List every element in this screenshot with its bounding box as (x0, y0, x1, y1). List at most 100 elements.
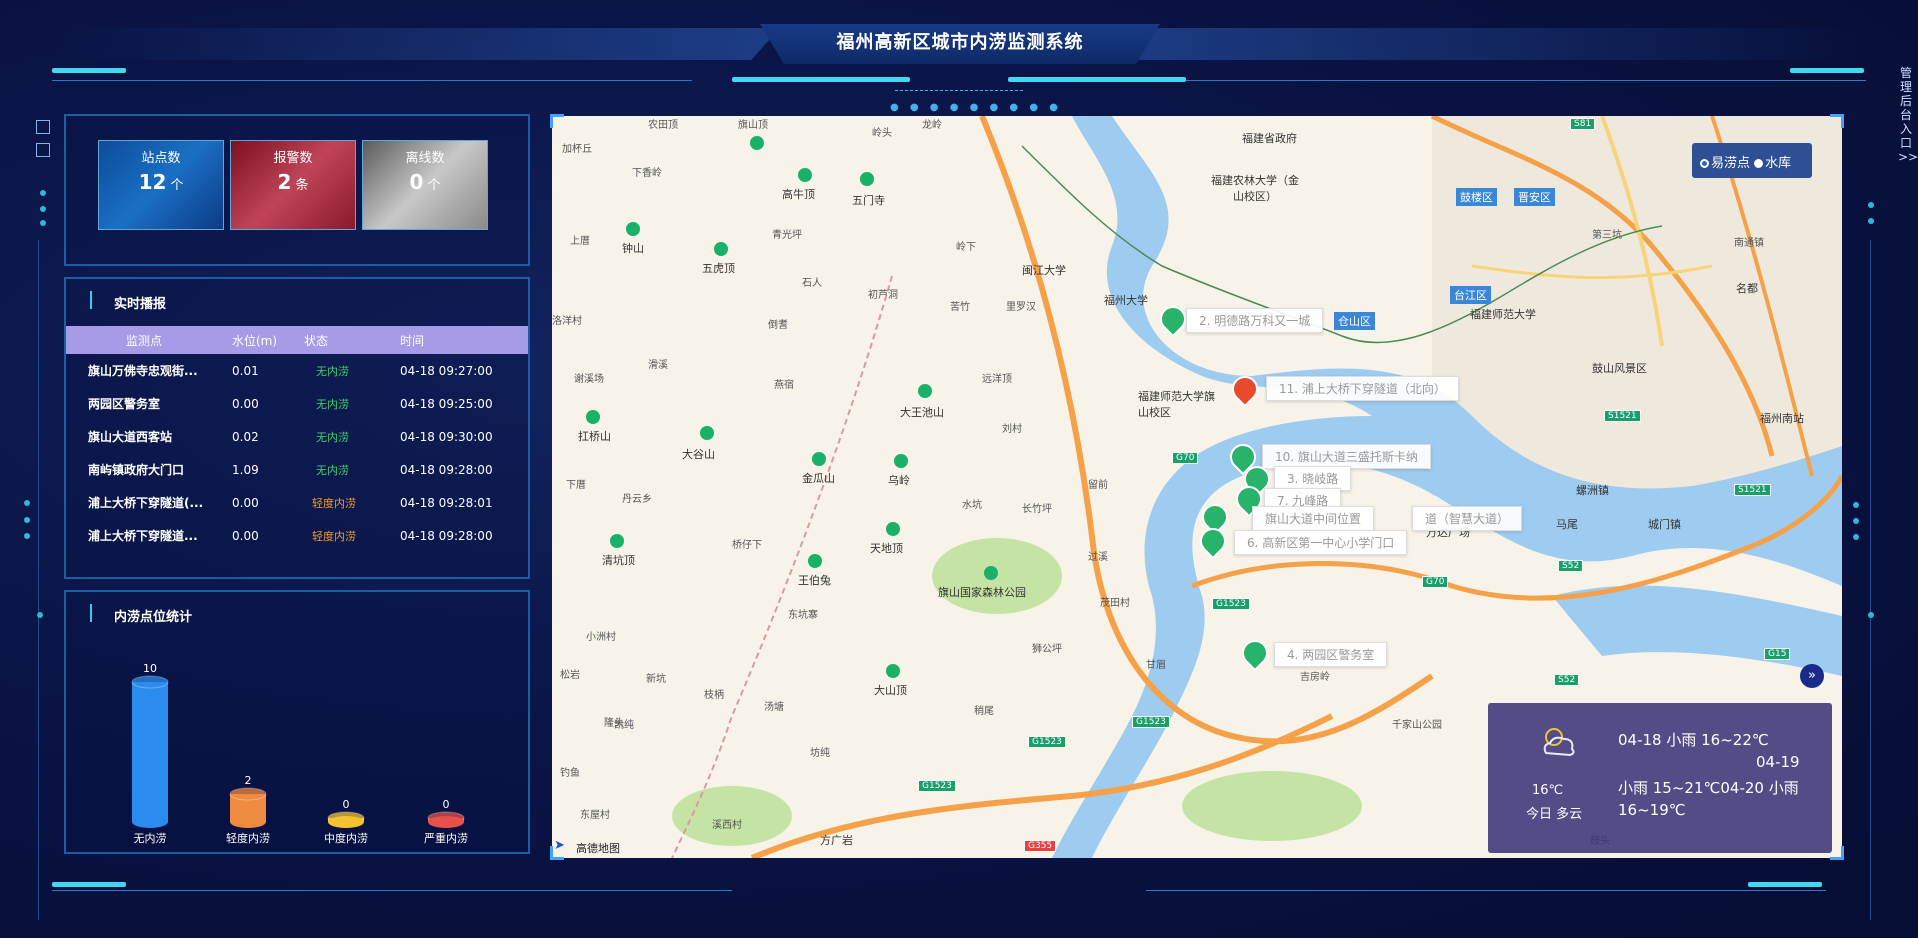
map-place-label: 福建农林大学（金山校区） (1211, 174, 1299, 203)
marker-label[interactable]: 道（智慧大道） (1412, 506, 1523, 531)
river (1552, 585, 1842, 676)
realtime-panel: 实时播报 监测点 水位(m) 状态 时间 旗山万佛寺忠观街... 0.01 无内… (64, 277, 530, 579)
map-place-label: 倒耆 (768, 320, 788, 331)
bar-category-label: 严重内涝 (424, 831, 468, 845)
map-place-label: 福州大学 (1104, 294, 1148, 307)
admin-entry-link[interactable]: 管理后台入口>> (1898, 66, 1918, 164)
forecast-line: 04-19 (1756, 753, 1800, 771)
map-place-label: 城门镇 (1648, 518, 1681, 531)
row-time: 04-18 09:28:00 (400, 528, 493, 543)
bar-category-label: 无内涝 (134, 831, 167, 845)
map-place-label: 扛桥山 (578, 430, 611, 443)
today-temp: 16℃ (1532, 783, 1564, 798)
map-place-label: 闽江大学 (1022, 264, 1066, 277)
map-place-label: 大谷山 (682, 448, 715, 461)
road-tag: G15 (1764, 648, 1791, 660)
mountain-icon (812, 452, 826, 466)
alarm-count-value: 2 (277, 170, 292, 194)
accent-bar-mid-right (1008, 77, 1186, 82)
map-place-label: 松岩 (560, 670, 580, 681)
table-row[interactable]: 浦上大桥下穿隧道(... 0.00 轻度内涝 04-18 09:28:01 (66, 486, 528, 519)
deco-dot (1853, 534, 1859, 540)
bar-chart-svg: 10 无内涝 2 轻度内涝 0 中度内涝 0 严重内涝 (131, 662, 468, 845)
realtime-title: 实时播报 (114, 297, 167, 312)
panel-title-mark (90, 604, 92, 622)
map-place-label: 福建省政府 (1242, 132, 1297, 145)
row-status: 无内涝 (316, 430, 349, 444)
road-tag: G1523 (1028, 736, 1066, 748)
waterlog-bar-chart: 10 无内涝 2 轻度内涝 0 中度内涝 0 严重内涝 (66, 632, 528, 854)
radio-reservoir[interactable] (1754, 159, 1764, 168)
map-place-label: 滑溪 (648, 360, 668, 371)
map-layer-toggle[interactable]: 易涝点 水库 (1692, 143, 1812, 178)
table-row[interactable]: 旗山大道西客站 0.02 无内涝 04-18 09:30:00 (66, 420, 528, 453)
map-place-label: 新坑 (646, 674, 666, 685)
table-row[interactable]: 旗山万佛寺忠观街... 0.01 无内涝 04-18 09:27:00 (66, 354, 528, 387)
deco-dot (24, 500, 30, 506)
header-divider-left (52, 80, 692, 81)
deco-dot (1853, 518, 1859, 524)
bar (132, 682, 168, 822)
deco-dot (40, 220, 46, 226)
map-place-label: 千家山公园 (1392, 720, 1442, 731)
district-tag: 仓山区 (1334, 312, 1375, 330)
row-station: 浦上大桥下穿隧道... (88, 529, 198, 543)
map-place-label: 五虎顶 (702, 262, 735, 275)
map-place-label: 溪西村 (712, 820, 742, 831)
map-place-label: 第三坑 (1592, 230, 1622, 241)
row-status: 无内涝 (316, 397, 349, 411)
map-place-label: 吉房岭 (1300, 672, 1330, 683)
marker-label[interactable]: 4. 两园区警务室 (1274, 642, 1388, 667)
marker-label[interactable]: 旗山大道中间位置 (1252, 506, 1375, 531)
table-row[interactable]: 南屿镇政府大门口 1.09 无内涝 04-18 09:28:00 (66, 453, 528, 486)
road-tag: G355 (1024, 840, 1057, 852)
map-place-label: 钟山 (622, 242, 644, 255)
map-place-label: 留前 (1088, 480, 1108, 491)
map-place-label: 大山顶 (874, 684, 907, 697)
road-tag: S1521 (1604, 410, 1641, 422)
map-place-label: 名都 (1736, 282, 1758, 295)
marker-label[interactable]: 11. 浦上大桥下穿隧道（北向） (1266, 376, 1459, 401)
map-place-label: 高牛顶 (782, 188, 815, 201)
radio-waterlog[interactable] (1700, 159, 1709, 168)
map-place-label: 青光坪 (772, 230, 802, 241)
alarm-count-label: 报警数 (273, 151, 313, 166)
map-corner (550, 114, 564, 128)
map-place-label: 农田顶 (648, 120, 678, 131)
realtime-table: 监测点 水位(m) 状态 时间 旗山万佛寺忠观街... 0.01 无内涝 04-… (66, 326, 528, 552)
table-row[interactable]: 两园区警务室 0.00 无内涝 04-18 09:25:00 (66, 387, 528, 420)
radio-waterlog-label[interactable]: 易涝点 (1711, 156, 1750, 171)
bar-top (229, 787, 267, 801)
mountain-icon (798, 168, 812, 182)
accent-bar-mid-left (732, 77, 910, 82)
mountain-icon (860, 172, 874, 186)
row-time: 04-18 09:30:00 (400, 429, 493, 444)
map-place-label: 甘眉 (1146, 660, 1166, 671)
map-place-label: 远洋顶 (982, 374, 1012, 385)
map-place-label: 洛洋村 (552, 316, 582, 327)
deco-line (38, 240, 39, 920)
row-status: 无内涝 (316, 364, 349, 378)
map-place-label: 过溪 (1088, 552, 1108, 563)
bar-base (428, 816, 464, 828)
realtime-table-header: 监测点 水位(m) 状态 时间 (66, 326, 528, 354)
table-row[interactable]: 浦上大桥下穿隧道... 0.00 轻度内涝 04-18 09:28:00 (66, 519, 528, 552)
deco-line (1870, 240, 1871, 920)
row-status: 无内涝 (316, 463, 349, 477)
page-title: 福州高新区城市内涝监测系统 (836, 32, 1084, 53)
accent-bar-right (1790, 68, 1864, 73)
row-level: 0.00 (232, 495, 259, 510)
expand-panel-button[interactable]: » (1800, 664, 1824, 688)
col-level: 水位(m) (232, 333, 278, 348)
offline-count-card: 离线数 0个 (362, 140, 488, 230)
radio-reservoir-label[interactable]: 水库 (1765, 156, 1791, 171)
map-place-label: 天地顶 (870, 542, 903, 555)
district-tag: 鼓楼区 (1456, 188, 1497, 206)
waterlog-stats-title: 内涝点位统计 (114, 610, 193, 625)
map-place-label: 钓鱼 (560, 768, 580, 779)
marker-label[interactable]: 2. 明德路万科又一城 (1186, 308, 1324, 333)
stats-panel: 站点数 12 个 报警数 2条 离线数 0个 (64, 114, 530, 266)
road-tag: G1523 (918, 780, 956, 792)
marker-label[interactable]: 6. 高新区第一中心小学门口 (1234, 530, 1408, 555)
accent-bar-footer-left (52, 882, 126, 887)
